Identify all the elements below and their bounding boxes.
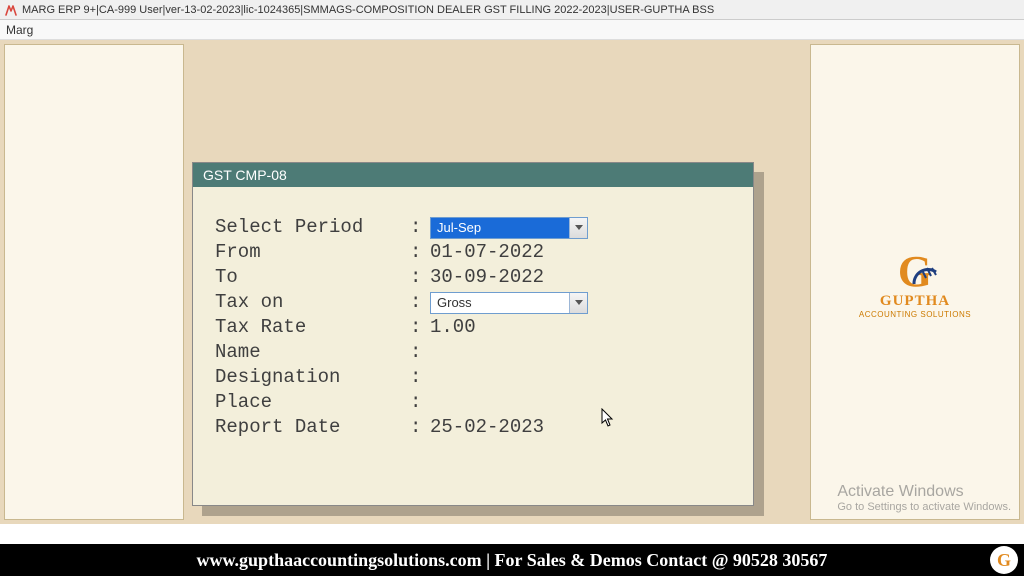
app-icon [4,3,18,17]
brand-logo: G GUPTHA ACCOUNTING SOLUTIONS [859,246,971,319]
value-report-date[interactable]: 25-02-2023 [430,415,731,440]
watermark-line1: Activate Windows [837,483,1011,501]
label-to: To [215,265,410,290]
dialog-title: GST CMP-08 [193,163,753,187]
colon: : [410,365,430,390]
logo-arc-icon [912,252,940,280]
chevron-down-icon[interactable] [569,218,587,238]
gst-cmp08-dialog: GST CMP-08 Select Period : Jul-Sep [192,162,754,506]
colon: : [410,265,430,290]
left-panel [4,44,184,520]
select-period-value: Jul-Sep [431,215,569,240]
chevron-down-icon[interactable] [569,293,587,313]
label-tax-on: Tax on [215,290,410,315]
window-title: MARG ERP 9+|CA-999 User|ver-13-02-2023|l… [22,4,714,16]
colon: : [410,390,430,415]
menu-item-marg[interactable]: Marg [6,23,33,37]
label-name: Name [215,340,410,365]
colon: : [410,215,430,240]
label-place: Place [215,390,410,415]
workspace: G GUPTHA ACCOUNTING SOLUTIONS Activate W… [0,40,1024,524]
value-to[interactable]: 30-09-2022 [430,265,731,290]
label-tax-rate: Tax Rate [215,315,410,340]
tax-on-dropdown[interactable]: Gross [430,292,588,314]
tax-on-value: Gross [431,290,569,315]
watermark-line2: Go to Settings to activate Windows. [837,501,1011,513]
value-tax-rate[interactable]: 1.00 [430,315,731,340]
label-from: From [215,240,410,265]
footer-text: www.gupthaaccountingsolutions.com | For … [197,550,828,571]
value-from[interactable]: 01-07-2022 [430,240,731,265]
dialog-container: GST CMP-08 Select Period : Jul-Sep [192,162,764,506]
colon: : [410,240,430,265]
label-select-period: Select Period [215,215,410,240]
menubar: Marg [0,20,1024,40]
logo-text-sub: ACCOUNTING SOLUTIONS [859,310,971,319]
footer-banner: www.gupthaaccountingsolutions.com | For … [0,544,1024,576]
select-period-dropdown[interactable]: Jul-Sep [430,217,588,239]
windows-activation-watermark: Activate Windows Go to Settings to activ… [837,483,1011,513]
label-designation: Designation [215,365,410,390]
colon: : [410,340,430,365]
colon: : [410,315,430,340]
colon: : [410,290,430,315]
dialog-body: Select Period : Jul-Sep From : 0 [193,187,753,468]
right-panel: G GUPTHA ACCOUNTING SOLUTIONS Activate W… [810,44,1020,520]
colon: : [410,415,430,440]
label-report-date: Report Date [215,415,410,440]
footer-logo-icon: G [990,546,1018,574]
window-titlebar: MARG ERP 9+|CA-999 User|ver-13-02-2023|l… [0,0,1024,20]
logo-letter: G [898,246,932,297]
